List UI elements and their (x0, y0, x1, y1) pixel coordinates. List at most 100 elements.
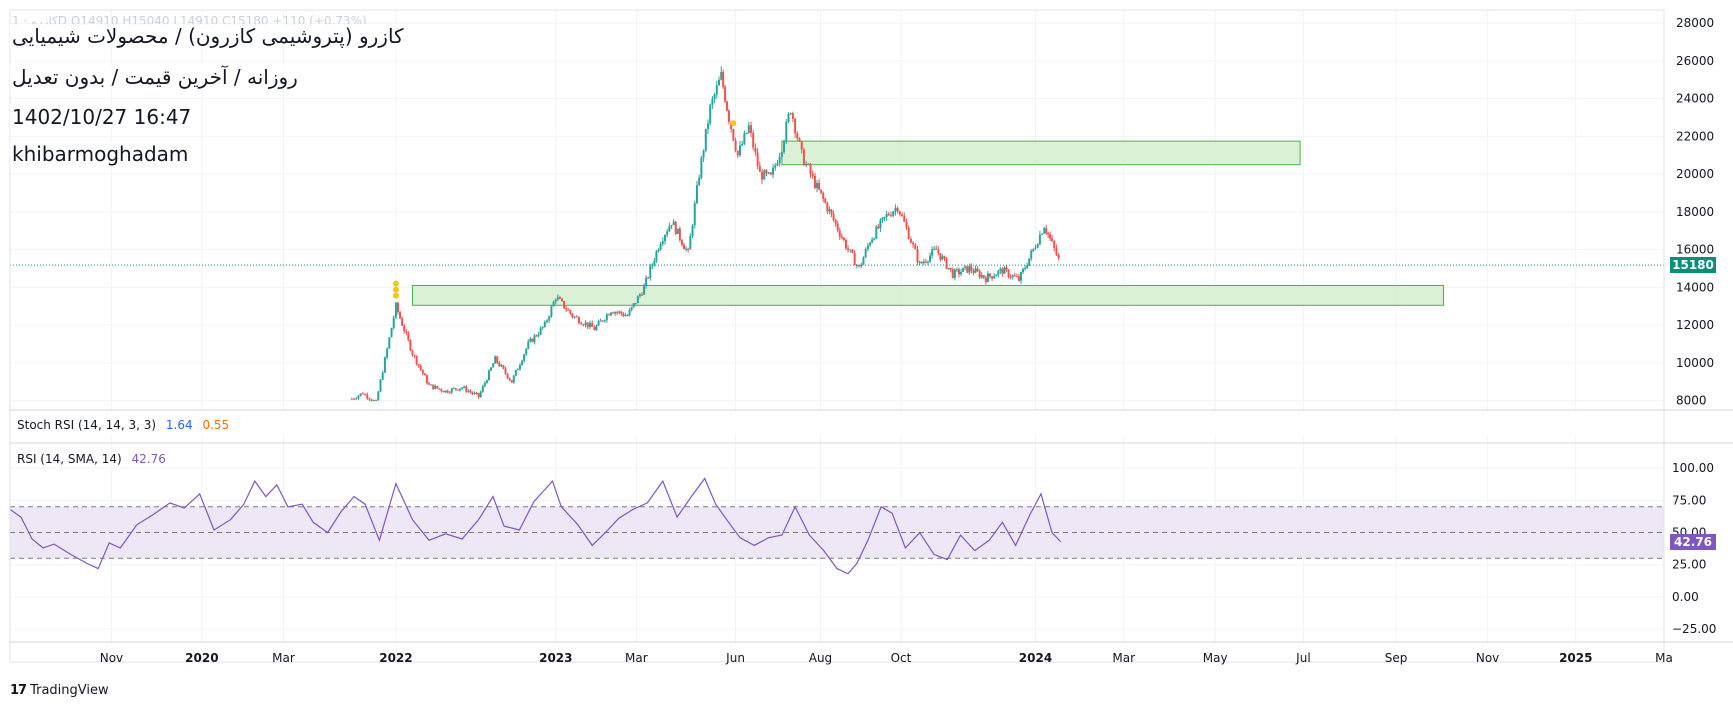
stoch-rsi-legend[interactable]: Stoch RSI (14, 14, 3, 3) 1.64 0.55 (17, 418, 235, 432)
candle-body (789, 113, 792, 115)
candle-body (350, 398, 353, 400)
candle-body (978, 271, 981, 278)
candle-body (436, 385, 439, 389)
candle-body (822, 192, 825, 199)
candle-body (1005, 267, 1008, 270)
candle-body (492, 363, 495, 368)
candle-body (674, 221, 677, 234)
candle-body (554, 299, 557, 302)
candle-body (901, 214, 904, 216)
candle-body (875, 226, 878, 239)
candle-body (695, 184, 698, 204)
candle-body (456, 389, 459, 391)
candle-body (953, 269, 956, 278)
candle-body (381, 372, 384, 380)
candle-body (586, 322, 589, 328)
rsi-axis-label: 25.00 (1672, 558, 1706, 572)
candle-body (569, 310, 572, 314)
candle-body (645, 277, 648, 286)
price-axis-label: 14000 (1676, 280, 1714, 294)
footer-brand[interactable]: 17 TradingView (10, 683, 109, 698)
candle-body (726, 101, 729, 111)
candle-body (624, 315, 627, 317)
candle-body (767, 172, 770, 174)
candle-body (680, 239, 683, 245)
candle-body (490, 367, 493, 371)
candle-body (653, 260, 656, 265)
stoch-rsi-d-value: 0.55 (202, 418, 230, 432)
candle-body (394, 302, 397, 318)
price-axis-label: 12000 (1676, 318, 1714, 332)
candle-body (430, 384, 433, 386)
candle-body (563, 300, 566, 309)
candle-body (758, 165, 761, 172)
candle-body (957, 269, 960, 275)
candle-body (749, 125, 752, 133)
candle-body (672, 221, 675, 225)
rsi-value: 42.76 (131, 452, 166, 466)
price-axis-label: 10000 (1676, 356, 1714, 370)
candle-body (960, 271, 963, 275)
candle-body (687, 248, 690, 250)
rsi-pane-group (9, 477, 1664, 575)
candle-body (916, 249, 919, 263)
time-axis-label: Ma (1655, 651, 1673, 665)
candle-body (634, 303, 637, 305)
time-axis-label: Sep (1385, 651, 1408, 665)
candle-body (630, 306, 633, 311)
candle-body (1017, 276, 1020, 281)
candle-body (931, 249, 934, 256)
time-axis-label: May (1203, 651, 1228, 665)
rsi-axis-label: 100.00 (1672, 461, 1714, 475)
candle-body (661, 241, 664, 245)
candle-body (840, 236, 843, 238)
candle-body (500, 365, 503, 367)
candle-body (796, 133, 799, 139)
candle-body (452, 388, 455, 390)
candle-body (556, 297, 559, 300)
candle-body (678, 228, 681, 240)
candle-body (405, 331, 408, 333)
rsi-legend[interactable]: RSI (14, SMA, 14) 42.76 (17, 452, 172, 466)
candle-body (523, 354, 526, 361)
chart-canvas[interactable]: 8000 10000 12000 14000 16000 18000 20000 22000 2… (0, 0, 1733, 708)
candle-body (920, 261, 923, 264)
candle-body (359, 393, 362, 396)
candle-body (929, 255, 932, 262)
candle-body (898, 211, 901, 215)
candle-body (966, 266, 969, 273)
candle-body (440, 389, 443, 392)
candle-body (933, 248, 936, 250)
candle-body (419, 365, 422, 370)
candle-body (1053, 240, 1056, 248)
time-axis-label: Mar (625, 651, 648, 665)
candle-body (976, 268, 979, 272)
candle-body (1011, 275, 1014, 278)
candle-body (550, 306, 553, 317)
candle-body (866, 245, 869, 250)
candle-body (828, 209, 831, 212)
time-axis-label: 2025 (1559, 651, 1592, 665)
candle-body (595, 325, 598, 331)
price-axis-label: 28000 (1676, 16, 1714, 30)
candle-body (567, 309, 570, 311)
candle-body (798, 138, 801, 142)
candle-body (772, 167, 775, 175)
candle-body (809, 164, 812, 175)
candle-body (1047, 232, 1050, 235)
candle-body (366, 394, 369, 399)
time-axis-label: Mar (272, 651, 295, 665)
candle-body (516, 369, 519, 371)
candle-body (666, 231, 669, 236)
candle-body (531, 338, 534, 342)
candle-body (1019, 272, 1022, 281)
candle-body (896, 207, 899, 212)
candle-body (991, 276, 994, 279)
candle-body (836, 223, 839, 231)
rsi-label: RSI (14, SMA, 14) (17, 452, 122, 466)
candle-body (704, 128, 707, 151)
candle-body (706, 123, 709, 129)
candle-body (626, 315, 629, 317)
candle-body (399, 312, 402, 319)
candle-body (388, 337, 391, 349)
